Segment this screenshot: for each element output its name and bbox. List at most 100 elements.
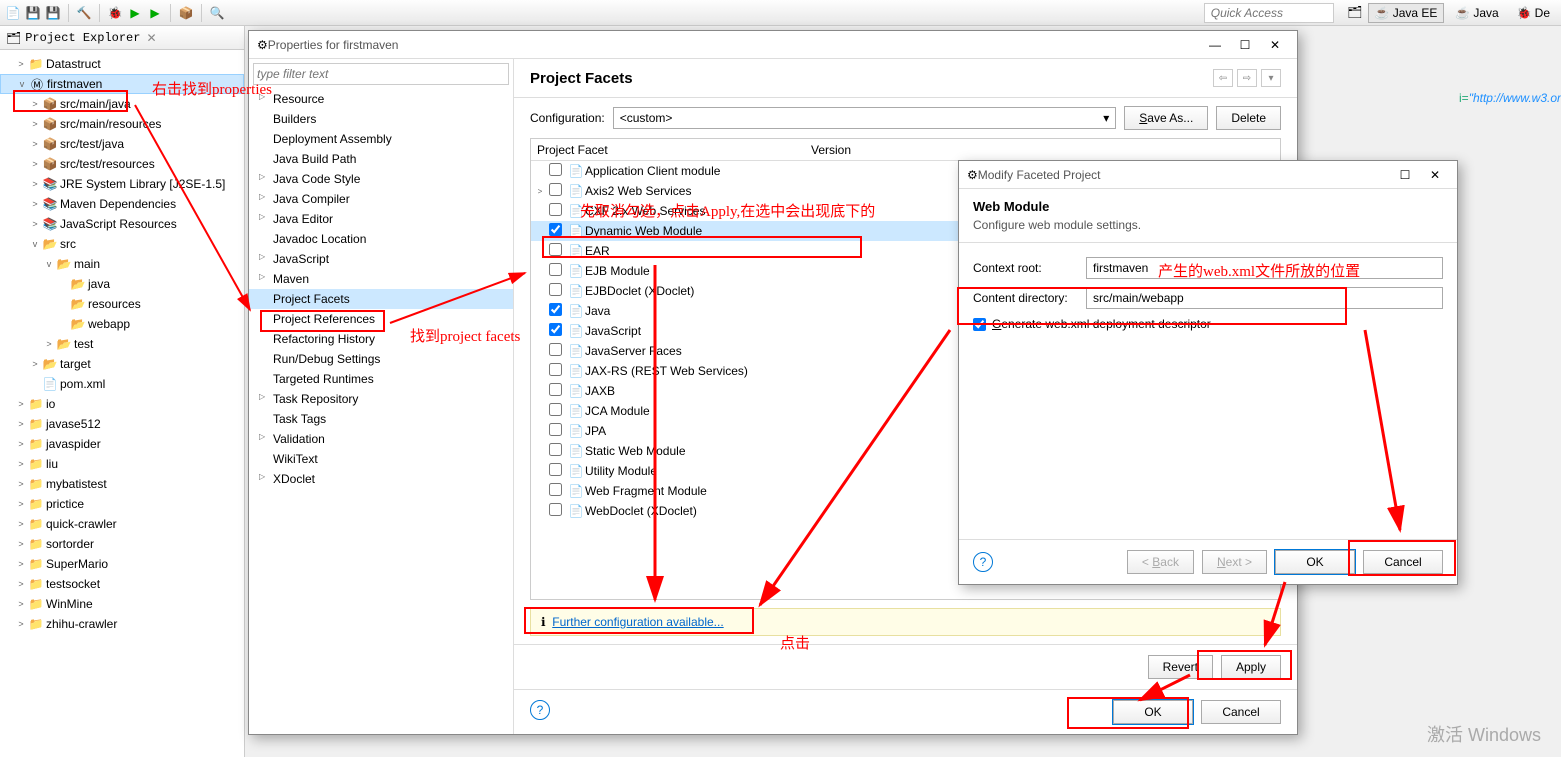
tree-item[interactable]: >📁javaspider [0,434,244,454]
generate-webxml-label[interactable]: Generate web.xml deployment descriptor [992,317,1211,331]
revert-button[interactable]: Revert [1148,655,1213,679]
facet-checkbox[interactable] [549,443,562,456]
tree-item[interactable]: >📁SuperMario [0,554,244,574]
facet-checkbox[interactable] [549,243,562,256]
further-config-link[interactable]: Further configuration available... [552,615,723,629]
nav-item[interactable]: WikiText [249,449,513,469]
nav-item[interactable]: Builders [249,109,513,129]
nav-fwd-icon[interactable]: ⇨ [1237,69,1257,87]
nav-item[interactable]: Task Repository [249,389,513,409]
tree-item[interactable]: >📚JRE System Library [J2SE-1.5] [0,174,244,194]
tree-item[interactable]: >📦src/main/resources [0,114,244,134]
cancel-button[interactable]: Cancel [1363,550,1443,574]
tree-item[interactable]: >📁mybatistest [0,474,244,494]
tree-item[interactable]: >📁io [0,394,244,414]
nav-back-icon[interactable]: ⇦ [1213,69,1233,87]
run-ext-icon[interactable]: ▶ [146,4,164,22]
facet-checkbox[interactable] [549,483,562,496]
nav-item[interactable]: Deployment Assembly [249,129,513,149]
quick-access-input[interactable] [1204,3,1334,23]
nav-item[interactable]: Validation [249,429,513,449]
generate-webxml-checkbox[interactable] [973,318,986,331]
save-as-button[interactable]: Save As... [1124,106,1208,130]
nav-item[interactable]: Resource [249,89,513,109]
maximize-icon[interactable]: ☐ [1231,35,1259,55]
col-header-version[interactable]: Version [811,143,891,157]
facet-checkbox[interactable] [549,403,562,416]
build-icon[interactable]: 🔨 [75,4,93,22]
tree-item[interactable]: >📚Maven Dependencies [0,194,244,214]
facet-checkbox[interactable] [549,263,562,276]
nav-item[interactable]: Run/Debug Settings [249,349,513,369]
save-icon[interactable]: 💾 [24,4,42,22]
nav-menu-icon[interactable]: ▾ [1261,69,1281,87]
nav-item[interactable]: Java Code Style [249,169,513,189]
facet-checkbox[interactable] [549,363,562,376]
close-icon[interactable]: ✕ [1261,35,1289,55]
tree-item[interactable]: v📂src [0,234,244,254]
perspective-javaee[interactable]: ☕ Java EE [1368,3,1445,23]
cancel-button[interactable]: Cancel [1201,700,1281,724]
facet-checkbox[interactable] [549,183,562,196]
ok-button[interactable]: OK [1113,700,1193,724]
tree-item[interactable]: vⓂfirstmaven [0,74,244,94]
help-icon[interactable]: ? [973,552,993,572]
nav-item[interactable]: Javadoc Location [249,229,513,249]
facet-checkbox[interactable] [549,303,562,316]
context-root-input[interactable] [1086,257,1443,279]
tree-item[interactable]: >📁WinMine [0,594,244,614]
facet-checkbox[interactable] [549,323,562,336]
save-all-icon[interactable]: 💾 [44,4,62,22]
nav-item[interactable]: Maven [249,269,513,289]
close-view-icon[interactable]: ✕ [146,31,156,45]
facet-checkbox[interactable] [549,223,562,236]
maximize-icon[interactable]: ☐ [1391,165,1419,185]
tree-item[interactable]: 📄pom.xml [0,374,244,394]
tree-item[interactable]: >📁liu [0,454,244,474]
nav-item[interactable]: XDoclet [249,469,513,489]
content-dir-input[interactable] [1086,287,1443,309]
filter-input[interactable] [253,63,509,85]
run-icon[interactable]: ▶ [126,4,144,22]
nav-item[interactable]: Java Build Path [249,149,513,169]
tree-item[interactable]: >📁quick-crawler [0,514,244,534]
tree-item[interactable]: >📚JavaScript Resources [0,214,244,234]
tree-item[interactable]: >📦src/main/java [0,94,244,114]
tree-item[interactable]: >📁testsocket [0,574,244,594]
tree-item[interactable]: >📁prictice [0,494,244,514]
facet-checkbox[interactable] [549,383,562,396]
minimize-icon[interactable]: — [1201,35,1229,55]
perspective-java[interactable]: ☕ Java [1448,3,1505,23]
nav-item[interactable]: Java Compiler [249,189,513,209]
nav-item[interactable]: Java Editor [249,209,513,229]
facet-checkbox[interactable] [549,423,562,436]
help-icon[interactable]: ? [530,700,550,720]
debug-icon[interactable]: 🐞 [106,4,124,22]
facet-checkbox[interactable] [549,503,562,516]
config-combo[interactable]: <custom> ▾ [613,107,1117,129]
perspective-debug[interactable]: 🐞 De [1510,3,1557,23]
tree-item[interactable]: >📁zhihu-crawler [0,614,244,634]
tree-item[interactable]: >📂target [0,354,244,374]
facet-checkbox[interactable] [549,283,562,296]
close-icon[interactable]: ✕ [1421,165,1449,185]
nav-item[interactable]: Project References [249,309,513,329]
tree-item[interactable]: 📂resources [0,294,244,314]
facet-checkbox[interactable] [549,163,562,176]
facet-checkbox[interactable] [549,203,562,216]
tree-item[interactable]: >📁sortorder [0,534,244,554]
facet-checkbox[interactable] [549,463,562,476]
facet-checkbox[interactable] [549,343,562,356]
nav-item[interactable]: Project Facets [249,289,513,309]
tree-item[interactable]: >📁Datastruct [0,54,244,74]
tree-item[interactable]: >📁javase512 [0,414,244,434]
nav-item[interactable]: Targeted Runtimes [249,369,513,389]
tree-item[interactable]: 📂java [0,274,244,294]
new-server-icon[interactable]: 📦 [177,4,195,22]
tree-item[interactable]: >📦src/test/resources [0,154,244,174]
apply-button[interactable]: Apply [1221,655,1281,679]
tree-item[interactable]: >📦src/test/java [0,134,244,154]
search-icon[interactable]: 🔍 [208,4,226,22]
nav-item[interactable]: Refactoring History [249,329,513,349]
new-icon[interactable]: 📄 [4,4,22,22]
